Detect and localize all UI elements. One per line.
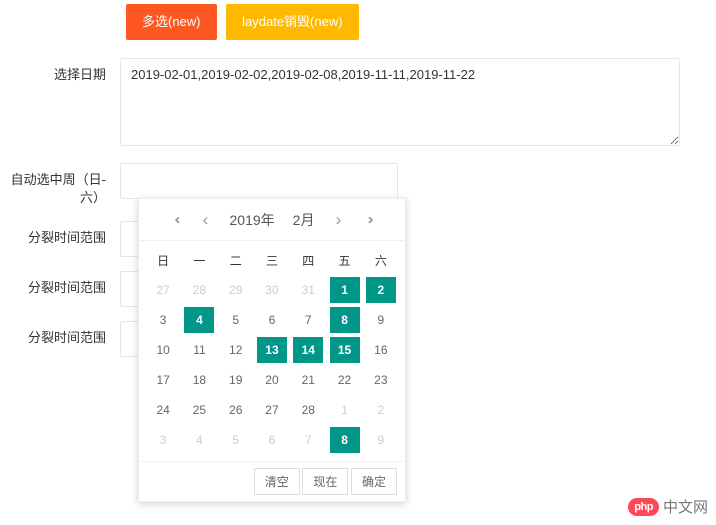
select-date-textarea[interactable]: 2019-02-01,2019-02-02,2019-02-08,2019-11… (120, 58, 680, 146)
prev-month-icon[interactable]: ‹ (194, 210, 218, 230)
calendar-day[interactable]: 8 (326, 425, 362, 455)
weekday-header: 二 (218, 245, 254, 275)
year-label[interactable]: 2019年 (224, 210, 281, 230)
calendar-day[interactable]: 18 (181, 365, 217, 395)
weekday-header: 一 (181, 245, 217, 275)
label-split-range-1: 分裂时间范围 (0, 221, 120, 247)
clear-button[interactable]: 清空 (254, 468, 300, 495)
calendar-day[interactable]: 5 (218, 425, 254, 455)
weekday-header: 日 (145, 245, 181, 275)
label-split-range-3: 分裂时间范围 (0, 321, 120, 347)
calendar-day[interactable]: 22 (326, 365, 362, 395)
calendar-day[interactable]: 8 (326, 305, 362, 335)
weekday-header: 三 (254, 245, 290, 275)
calendar-day[interactable]: 2 (363, 395, 399, 425)
next-month-icon[interactable]: › (326, 210, 350, 230)
top-button-row: 多选(new) laydate销毁(new) (0, 4, 716, 40)
calendar-day[interactable]: 26 (218, 395, 254, 425)
date-picker-panel: ‹‹ ‹ 2019年 2月 › ›› 日一二三四五六 2728293031123… (138, 198, 406, 502)
weekday-header: 六 (363, 245, 399, 275)
calendar-day[interactable]: 24 (145, 395, 181, 425)
calendar-day[interactable]: 3 (145, 425, 181, 455)
calendar-day[interactable]: 4 (181, 305, 217, 335)
multi-select-button[interactable]: 多选(new) (126, 4, 217, 40)
next-year-icon[interactable]: ›› (356, 211, 380, 228)
calendar-day[interactable]: 10 (145, 335, 181, 365)
calendar-day[interactable]: 2 (363, 275, 399, 305)
calendar-day[interactable]: 6 (254, 305, 290, 335)
month-label[interactable]: 2月 (287, 210, 321, 230)
calendar-day[interactable]: 9 (363, 425, 399, 455)
label-select-date: 选择日期 (0, 58, 120, 84)
calendar-day[interactable]: 7 (290, 305, 326, 335)
calendar-day[interactable]: 29 (218, 275, 254, 305)
weekday-header: 五 (326, 245, 362, 275)
calendar-table: 日一二三四五六 27282930311234567891011121314151… (145, 245, 399, 455)
calendar-day[interactable]: 1 (326, 395, 362, 425)
calendar-day[interactable]: 16 (363, 335, 399, 365)
date-picker-body: 日一二三四五六 27282930311234567891011121314151… (139, 241, 405, 461)
confirm-button[interactable]: 确定 (351, 468, 397, 495)
calendar-day[interactable]: 17 (145, 365, 181, 395)
calendar-day[interactable]: 14 (290, 335, 326, 365)
auto-week-input[interactable] (120, 163, 398, 199)
calendar-day[interactable]: 27 (145, 275, 181, 305)
calendar-day[interactable]: 28 (290, 395, 326, 425)
prev-year-icon[interactable]: ‹‹ (164, 211, 188, 228)
calendar-day[interactable]: 4 (181, 425, 217, 455)
calendar-day[interactable]: 3 (145, 305, 181, 335)
calendar-day[interactable]: 20 (254, 365, 290, 395)
calendar-day[interactable]: 28 (181, 275, 217, 305)
row-select-date: 选择日期 2019-02-01,2019-02-02,2019-02-08,20… (0, 58, 716, 149)
calendar-day[interactable]: 21 (290, 365, 326, 395)
calendar-day[interactable]: 7 (290, 425, 326, 455)
now-button[interactable]: 现在 (302, 468, 348, 495)
date-picker-header: ‹‹ ‹ 2019年 2月 › ›› (139, 199, 405, 241)
calendar-day[interactable]: 25 (181, 395, 217, 425)
calendar-day[interactable]: 6 (254, 425, 290, 455)
calendar-day[interactable]: 27 (254, 395, 290, 425)
calendar-day[interactable]: 19 (218, 365, 254, 395)
date-picker-footer: 清空 现在 确定 (139, 461, 405, 501)
calendar-day[interactable]: 5 (218, 305, 254, 335)
label-split-range-2: 分裂时间范围 (0, 271, 120, 297)
logo-text: 中文网 (663, 496, 708, 517)
calendar-day[interactable]: 15 (326, 335, 362, 365)
laydate-destroy-button[interactable]: laydate销毁(new) (226, 4, 358, 40)
calendar-day[interactable]: 23 (363, 365, 399, 395)
calendar-day[interactable]: 31 (290, 275, 326, 305)
calendar-day[interactable]: 9 (363, 305, 399, 335)
calendar-day[interactable]: 13 (254, 335, 290, 365)
calendar-day[interactable]: 12 (218, 335, 254, 365)
site-logo: php 中文网 (628, 496, 708, 517)
calendar-day[interactable]: 1 (326, 275, 362, 305)
calendar-day[interactable]: 30 (254, 275, 290, 305)
label-auto-week: 自动选中周（日-六） (0, 163, 120, 207)
logo-badge: php (628, 498, 659, 516)
calendar-day[interactable]: 11 (181, 335, 217, 365)
weekday-header: 四 (290, 245, 326, 275)
